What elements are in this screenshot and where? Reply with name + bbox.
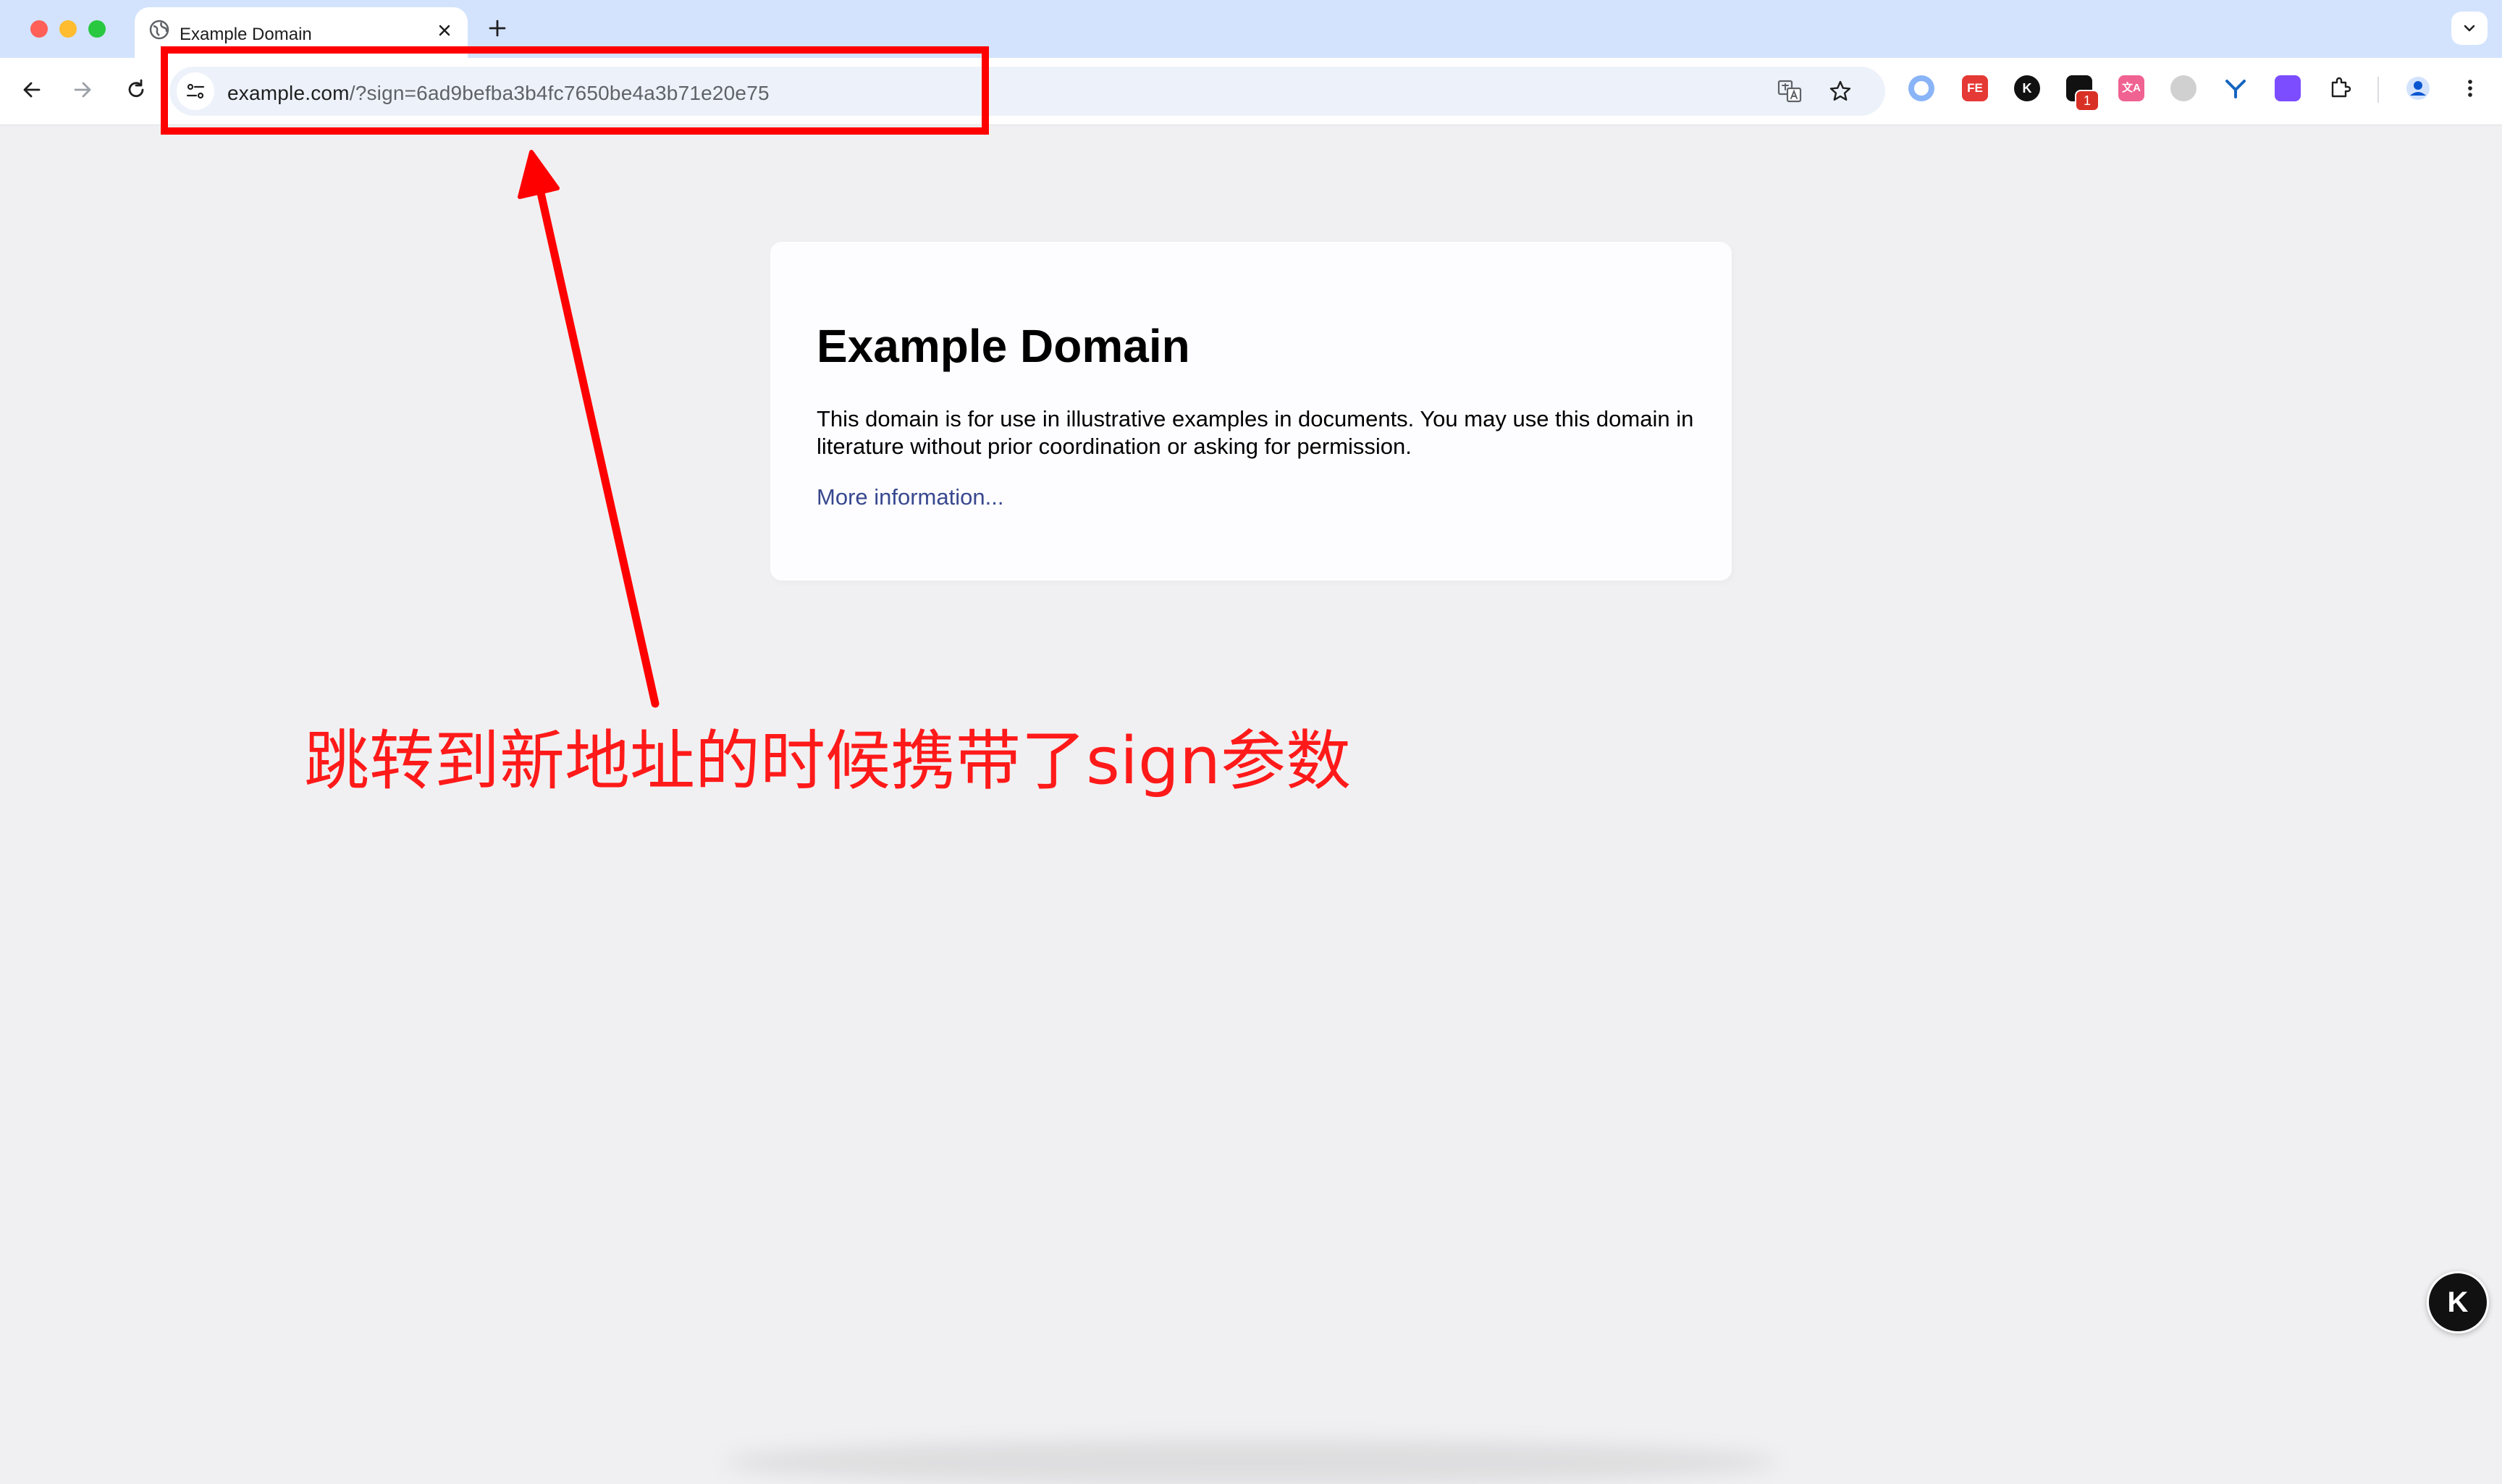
bottom-shadow xyxy=(724,1441,1778,1484)
annotation-text: 跳转到新地址的时候携带了sign参数 xyxy=(304,723,1352,799)
floating-k-button[interactable]: K xyxy=(2427,1271,2489,1333)
